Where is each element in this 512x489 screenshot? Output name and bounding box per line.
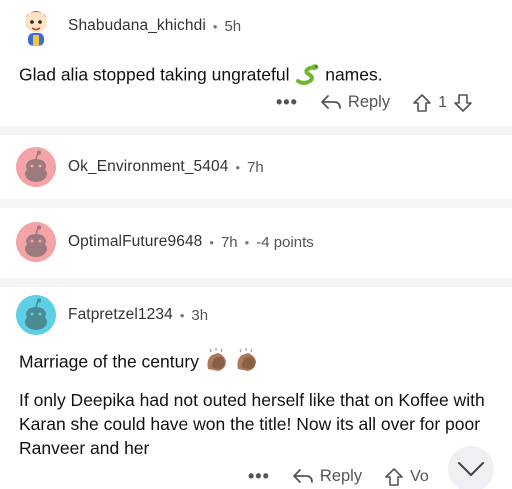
comment-actions: ••• Reply 1 bbox=[276, 92, 473, 113]
clapping-hands-emoji-icon bbox=[204, 347, 262, 379]
divider bbox=[0, 278, 512, 287]
more-options-button[interactable]: ••• bbox=[248, 466, 270, 487]
avatar[interactable] bbox=[16, 222, 56, 262]
upvote-icon[interactable] bbox=[384, 467, 404, 487]
username[interactable]: Fatpretzel1234 bbox=[68, 306, 173, 324]
vote-widget: Vo bbox=[384, 467, 435, 487]
separator-dot: • bbox=[209, 234, 214, 250]
vote-label: Vo bbox=[410, 467, 429, 485]
comment-4: Fatpretzel1234 • 3h Marriage of the cent… bbox=[0, 287, 512, 489]
points: -4 points bbox=[256, 233, 314, 251]
chevron-down-icon bbox=[458, 462, 484, 476]
reply-button[interactable]: Reply bbox=[292, 467, 362, 486]
divider bbox=[0, 199, 512, 208]
avatar[interactable] bbox=[16, 6, 56, 46]
username[interactable]: Ok_Environment_5404 bbox=[68, 158, 228, 176]
comment-header: OptimalFuture9648 • 7h • -4 points bbox=[16, 222, 314, 262]
avatar[interactable] bbox=[16, 295, 56, 335]
username[interactable]: OptimalFuture9648 bbox=[68, 233, 202, 251]
downvote-icon[interactable] bbox=[453, 93, 473, 113]
comment-body: Glad alia stopped taking ungrateful name… bbox=[19, 61, 499, 91]
reply-label: Reply bbox=[319, 467, 363, 485]
separator-dot: • bbox=[212, 18, 218, 34]
comment-age: 7h bbox=[247, 158, 264, 176]
separator-dot: • bbox=[244, 234, 250, 250]
comment-actions: ••• Reply Vo bbox=[248, 466, 435, 487]
separator-dot: • bbox=[235, 159, 241, 175]
comment-header: Fatpretzel1234 • 3h bbox=[16, 295, 208, 335]
comment-header: Ok_Environment_5404 • 7h bbox=[16, 147, 264, 187]
comment-age: 5h bbox=[224, 17, 242, 35]
comment-header: Shabudana_khichdi • 5h bbox=[16, 6, 241, 46]
divider bbox=[0, 126, 512, 135]
separator-dot: • bbox=[179, 307, 185, 323]
snake-emoji-icon bbox=[294, 61, 320, 91]
comment-age: 3h bbox=[191, 306, 209, 324]
vote-count: 1 bbox=[438, 93, 447, 111]
reply-button[interactable]: Reply bbox=[320, 93, 390, 112]
collapse-button[interactable] bbox=[448, 446, 494, 489]
reply-label: Reply bbox=[347, 93, 391, 111]
reply-arrow-icon bbox=[293, 468, 313, 483]
comment-age: 7h bbox=[220, 233, 238, 251]
comment-body-line-1: Marriage of the century bbox=[19, 347, 499, 379]
comment-3[interactable]: OptimalFuture9648 • 7h • -4 points bbox=[0, 208, 512, 278]
vote-widget: 1 bbox=[412, 93, 473, 113]
comment-1: Shabudana_khichdi • 5h Glad alia stopped… bbox=[0, 0, 512, 126]
more-options-button[interactable]: ••• bbox=[276, 92, 298, 113]
comment-body-paragraph-2: If only Deepika had not outed herself li… bbox=[19, 390, 485, 458]
avatar[interactable] bbox=[16, 147, 56, 187]
comment-2[interactable]: Ok_Environment_5404 • 7h bbox=[0, 135, 512, 199]
username[interactable]: Shabudana_khichdi bbox=[68, 17, 206, 35]
upvote-icon[interactable] bbox=[412, 93, 432, 113]
reply-arrow-icon bbox=[321, 94, 341, 109]
